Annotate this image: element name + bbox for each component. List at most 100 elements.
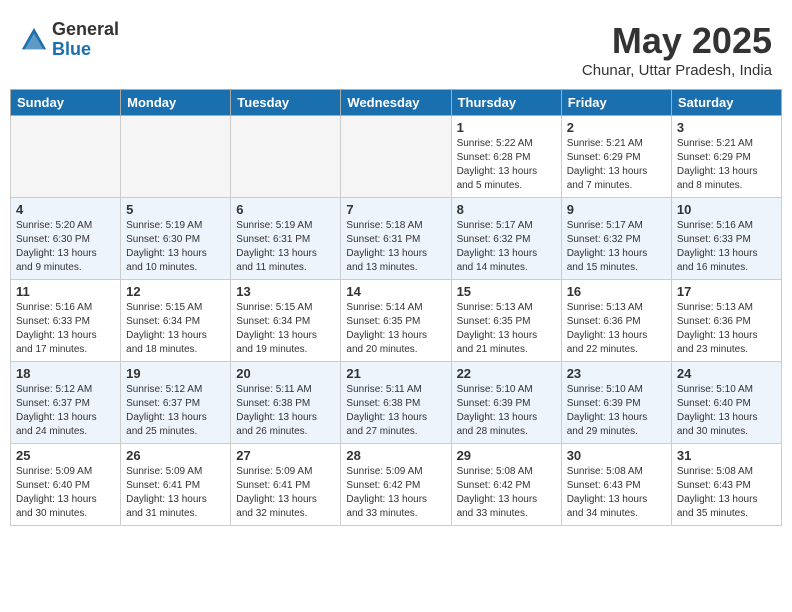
calendar-cell: 8 Sunrise: 5:17 AM Sunset: 6:32 PM Daylig… — [451, 198, 561, 280]
day-number: 22 — [457, 366, 556, 381]
day-info: Sunrise: 5:11 AM Sunset: 6:38 PM Dayligh… — [236, 383, 335, 439]
calendar-table: SundayMondayTuesdayWednesdayThursdayFrid… — [10, 89, 782, 526]
day-info: Sunrise: 5:09 AM Sunset: 6:41 PM Dayligh… — [126, 465, 225, 521]
day-info: Sunrise: 5:09 AM Sunset: 6:41 PM Dayligh… — [236, 465, 335, 521]
day-info: Sunrise: 5:13 AM Sunset: 6:36 PM Dayligh… — [677, 301, 776, 357]
calendar-cell: 5 Sunrise: 5:19 AM Sunset: 6:30 PM Daylig… — [121, 198, 231, 280]
day-number: 9 — [567, 202, 666, 217]
day-number: 31 — [677, 448, 776, 463]
day-info: Sunrise: 5:20 AM Sunset: 6:30 PM Dayligh… — [16, 219, 115, 275]
calendar-week-row: 18 Sunrise: 5:12 AM Sunset: 6:37 PM Dayli… — [11, 362, 782, 444]
calendar-cell: 17Sunrise: 5:13 AM Sunset: 6:36 PM Dayli… — [671, 280, 781, 362]
day-info: Sunrise: 5:19 AM Sunset: 6:30 PM Dayligh… — [126, 219, 225, 275]
day-info: Sunrise: 5:21 AM Sunset: 6:29 PM Dayligh… — [677, 137, 776, 193]
calendar-cell: 11 Sunrise: 5:16 AM Sunset: 6:33 PM Dayli… — [11, 280, 121, 362]
calendar-cell: 7 Sunrise: 5:18 AM Sunset: 6:31 PM Daylig… — [341, 198, 451, 280]
calendar-week-row: 11 Sunrise: 5:16 AM Sunset: 6:33 PM Dayli… — [11, 280, 782, 362]
day-info: Sunrise: 5:08 AM Sunset: 6:43 PM Dayligh… — [677, 465, 776, 521]
day-number: 2 — [567, 120, 666, 135]
day-info: Sunrise: 5:22 AM Sunset: 6:28 PM Dayligh… — [457, 137, 556, 193]
day-info: Sunrise: 5:14 AM Sunset: 6:35 PM Dayligh… — [346, 301, 445, 357]
day-info: Sunrise: 5:10 AM Sunset: 6:39 PM Dayligh… — [567, 383, 666, 439]
day-info: Sunrise: 5:11 AM Sunset: 6:38 PM Dayligh… — [346, 383, 445, 439]
day-number: 10 — [677, 202, 776, 217]
month-title: May 2025 — [582, 20, 772, 62]
day-info: Sunrise: 5:15 AM Sunset: 6:34 PM Dayligh… — [236, 301, 335, 357]
day-number: 3 — [677, 120, 776, 135]
calendar-cell: 26Sunrise: 5:09 AM Sunset: 6:41 PM Dayli… — [121, 444, 231, 526]
day-number: 29 — [457, 448, 556, 463]
day-info: Sunrise: 5:10 AM Sunset: 6:40 PM Dayligh… — [677, 383, 776, 439]
day-number: 4 — [16, 202, 115, 217]
calendar-week-row: 1Sunrise: 5:22 AM Sunset: 6:28 PM Daylig… — [11, 116, 782, 198]
calendar-week-row: 25 Sunrise: 5:09 AM Sunset: 6:40 PM Dayli… — [11, 444, 782, 526]
calendar-cell: 19Sunrise: 5:12 AM Sunset: 6:37 PM Dayli… — [121, 362, 231, 444]
calendar-cell: 13 Sunrise: 5:15 AM Sunset: 6:34 PM Dayli… — [231, 280, 341, 362]
logo: General Blue — [20, 20, 119, 60]
day-number: 16 — [567, 284, 666, 299]
calendar-cell: 18 Sunrise: 5:12 AM Sunset: 6:37 PM Dayli… — [11, 362, 121, 444]
calendar-cell — [121, 116, 231, 198]
day-info: Sunrise: 5:17 AM Sunset: 6:32 PM Dayligh… — [567, 219, 666, 275]
day-number: 24 — [677, 366, 776, 381]
day-number: 11 — [16, 284, 115, 299]
day-info: Sunrise: 5:17 AM Sunset: 6:32 PM Dayligh… — [457, 219, 556, 275]
day-info: Sunrise: 5:15 AM Sunset: 6:34 PM Dayligh… — [126, 301, 225, 357]
day-number: 25 — [16, 448, 115, 463]
calendar-cell: 31 Sunrise: 5:08 AM Sunset: 6:43 PM Dayli… — [671, 444, 781, 526]
calendar-cell — [231, 116, 341, 198]
day-number: 28 — [346, 448, 445, 463]
calendar-cell: 20Sunrise: 5:11 AM Sunset: 6:38 PM Dayli… — [231, 362, 341, 444]
day-number: 27 — [236, 448, 335, 463]
day-info: Sunrise: 5:16 AM Sunset: 6:33 PM Dayligh… — [677, 219, 776, 275]
day-number: 18 — [16, 366, 115, 381]
calendar-cell: 4 Sunrise: 5:20 AM Sunset: 6:30 PM Daylig… — [11, 198, 121, 280]
day-number: 8 — [457, 202, 556, 217]
day-number: 6 — [236, 202, 335, 217]
day-number: 7 — [346, 202, 445, 217]
calendar-cell: 14Sunrise: 5:14 AM Sunset: 6:35 PM Dayli… — [341, 280, 451, 362]
weekday-header-sunday: Sunday — [11, 90, 121, 116]
logo-icon — [20, 26, 48, 54]
calendar-cell: 1Sunrise: 5:22 AM Sunset: 6:28 PM Daylig… — [451, 116, 561, 198]
day-info: Sunrise: 5:12 AM Sunset: 6:37 PM Dayligh… — [16, 383, 115, 439]
calendar-cell: 29Sunrise: 5:08 AM Sunset: 6:42 PM Dayli… — [451, 444, 561, 526]
day-info: Sunrise: 5:13 AM Sunset: 6:36 PM Dayligh… — [567, 301, 666, 357]
day-number: 12 — [126, 284, 225, 299]
calendar-cell: 6Sunrise: 5:19 AM Sunset: 6:31 PM Daylig… — [231, 198, 341, 280]
weekday-header-monday: Monday — [121, 90, 231, 116]
calendar-cell: 2 Sunrise: 5:21 AM Sunset: 6:29 PM Daylig… — [561, 116, 671, 198]
calendar-cell: 22Sunrise: 5:10 AM Sunset: 6:39 PM Dayli… — [451, 362, 561, 444]
day-info: Sunrise: 5:16 AM Sunset: 6:33 PM Dayligh… — [16, 301, 115, 357]
calendar-cell — [11, 116, 121, 198]
calendar-header: General Blue May 2025 Chunar, Uttar Prad… — [10, 10, 782, 84]
calendar-cell: 27 Sunrise: 5:09 AM Sunset: 6:41 PM Dayli… — [231, 444, 341, 526]
weekday-header-tuesday: Tuesday — [231, 90, 341, 116]
day-info: Sunrise: 5:13 AM Sunset: 6:35 PM Dayligh… — [457, 301, 556, 357]
logo-blue-text: Blue — [52, 40, 119, 60]
day-info: Sunrise: 5:12 AM Sunset: 6:37 PM Dayligh… — [126, 383, 225, 439]
day-number: 13 — [236, 284, 335, 299]
calendar-week-row: 4 Sunrise: 5:20 AM Sunset: 6:30 PM Daylig… — [11, 198, 782, 280]
weekday-header-saturday: Saturday — [671, 90, 781, 116]
calendar-cell: 10 Sunrise: 5:16 AM Sunset: 6:33 PM Dayli… — [671, 198, 781, 280]
calendar-cell: 23Sunrise: 5:10 AM Sunset: 6:39 PM Dayli… — [561, 362, 671, 444]
day-info: Sunrise: 5:18 AM Sunset: 6:31 PM Dayligh… — [346, 219, 445, 275]
calendar-cell — [341, 116, 451, 198]
day-number: 15 — [457, 284, 556, 299]
day-info: Sunrise: 5:09 AM Sunset: 6:40 PM Dayligh… — [16, 465, 115, 521]
title-section: May 2025 Chunar, Uttar Pradesh, India — [582, 20, 772, 79]
calendar-cell: 3 Sunrise: 5:21 AM Sunset: 6:29 PM Daylig… — [671, 116, 781, 198]
day-info: Sunrise: 5:09 AM Sunset: 6:42 PM Dayligh… — [346, 465, 445, 521]
weekday-header-thursday: Thursday — [451, 90, 561, 116]
weekday-header-friday: Friday — [561, 90, 671, 116]
calendar-cell: 30Sunrise: 5:08 AM Sunset: 6:43 PM Dayli… — [561, 444, 671, 526]
day-number: 5 — [126, 202, 225, 217]
calendar-cell: 25 Sunrise: 5:09 AM Sunset: 6:40 PM Dayli… — [11, 444, 121, 526]
calendar-cell: 21 Sunrise: 5:11 AM Sunset: 6:38 PM Dayli… — [341, 362, 451, 444]
calendar-cell: 15 Sunrise: 5:13 AM Sunset: 6:35 PM Dayli… — [451, 280, 561, 362]
location-title: Chunar, Uttar Pradesh, India — [582, 62, 772, 79]
day-number: 21 — [346, 366, 445, 381]
day-info: Sunrise: 5:08 AM Sunset: 6:43 PM Dayligh… — [567, 465, 666, 521]
day-info: Sunrise: 5:21 AM Sunset: 6:29 PM Dayligh… — [567, 137, 666, 193]
